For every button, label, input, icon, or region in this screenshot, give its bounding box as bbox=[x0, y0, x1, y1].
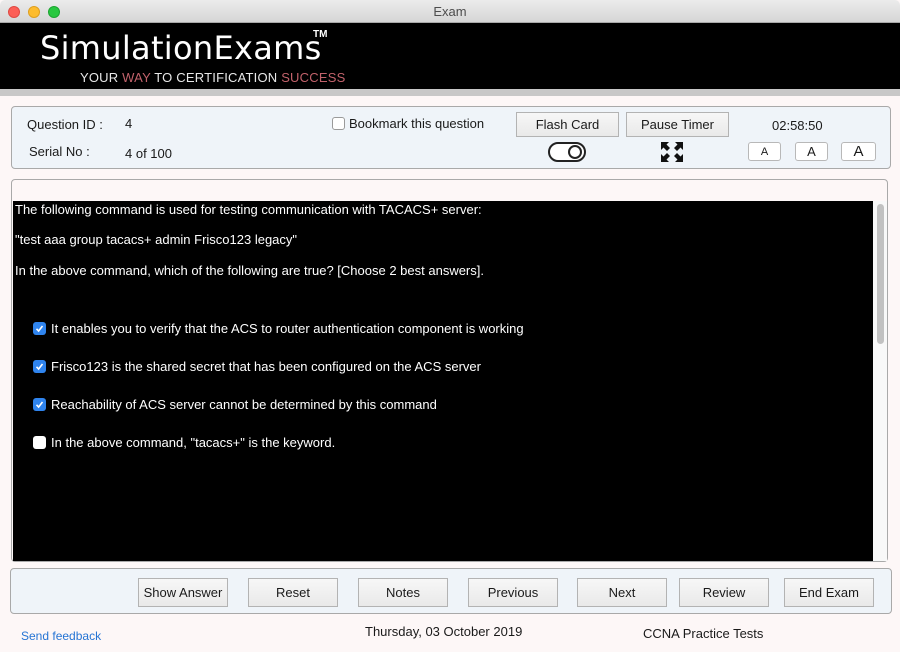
pause-timer-button[interactable]: Pause Timer bbox=[626, 112, 729, 137]
font-size-small-button[interactable]: A bbox=[748, 142, 781, 161]
option-text: It enables you to verify that the ACS to… bbox=[51, 321, 524, 336]
trademark-symbol: TM bbox=[313, 29, 328, 40]
navigation-panel: Show Answer Reset Notes Previous Next Re… bbox=[10, 568, 892, 614]
product-name: CCNA Practice Tests bbox=[643, 626, 764, 641]
toggle-knob bbox=[568, 145, 582, 159]
question-command: "test aaa group tacacs+ admin Frisco123 … bbox=[15, 232, 298, 247]
checkmark-icon bbox=[35, 401, 44, 409]
option-checkbox-checked[interactable] bbox=[33, 360, 46, 373]
question-prompt: In the above command, which of the follo… bbox=[15, 263, 484, 278]
current-date: Thursday, 03 October 2019 bbox=[365, 624, 523, 639]
option-text: Frisco123 is the shared secret that has … bbox=[51, 359, 481, 374]
question-line-1: The following command is used for testin… bbox=[15, 202, 482, 217]
show-answer-button[interactable]: Show Answer bbox=[138, 578, 228, 607]
expand-arrows-icon[interactable] bbox=[661, 142, 683, 162]
notes-button[interactable]: Notes bbox=[358, 578, 448, 607]
bookmark-checkbox-box[interactable] bbox=[332, 117, 345, 130]
font-size-large-button[interactable]: A bbox=[841, 142, 876, 161]
end-exam-button[interactable]: End Exam bbox=[784, 578, 874, 607]
window-titlebar: Exam bbox=[0, 0, 900, 23]
brand-banner: SimulationExams TM YOUR WAY TO CERTIFICA… bbox=[0, 23, 900, 89]
previous-button[interactable]: Previous bbox=[468, 578, 558, 607]
bookmark-checkbox[interactable]: Bookmark this question bbox=[332, 116, 484, 131]
window-title: Exam bbox=[433, 4, 467, 19]
flash-card-button[interactable]: Flash Card bbox=[516, 112, 619, 137]
next-button[interactable]: Next bbox=[577, 578, 667, 607]
reset-button[interactable]: Reset bbox=[248, 578, 338, 607]
brand-tagline: YOUR WAY TO CERTIFICATION SUCCESS bbox=[80, 70, 345, 85]
option-text: Reachability of ACS server cannot be det… bbox=[51, 397, 437, 412]
tagline-accent-way: WAY bbox=[122, 70, 151, 85]
question-id-label: Question ID : bbox=[27, 117, 103, 132]
flash-card-toggle[interactable] bbox=[548, 142, 586, 162]
checkmark-icon bbox=[35, 325, 44, 333]
exam-timer: 02:58:50 bbox=[772, 118, 823, 133]
brand-logo-text: SimulationExams bbox=[40, 29, 322, 67]
question-id-value: 4 bbox=[125, 116, 133, 131]
answer-option-2[interactable]: Frisco123 is the shared secret that has … bbox=[33, 359, 481, 374]
question-info-panel: Question ID : 4 Serial No : 4 of 100 Boo… bbox=[11, 106, 891, 169]
banner-divider bbox=[0, 89, 900, 96]
answer-option-3[interactable]: Reachability of ACS server cannot be det… bbox=[33, 397, 437, 412]
send-feedback-link[interactable]: Send feedback bbox=[21, 629, 101, 643]
review-button[interactable]: Review bbox=[679, 578, 769, 607]
checkmark-icon bbox=[35, 363, 44, 371]
option-checkbox-unchecked[interactable] bbox=[33, 436, 46, 449]
tagline-part2: TO CERTIFICATION bbox=[150, 70, 282, 85]
font-size-medium-button[interactable]: A bbox=[795, 142, 828, 161]
answer-option-4[interactable]: In the above command, "tacacs+" is the k… bbox=[33, 435, 335, 450]
bookmark-label: Bookmark this question bbox=[349, 116, 485, 131]
option-checkbox-checked[interactable] bbox=[33, 398, 46, 411]
option-checkbox-checked[interactable] bbox=[33, 322, 46, 335]
tagline-part1: YOUR bbox=[80, 70, 123, 85]
question-content: The following command is used for testin… bbox=[13, 201, 873, 561]
option-text: In the above command, "tacacs+" is the k… bbox=[51, 435, 336, 450]
answer-option-1[interactable]: It enables you to verify that the ACS to… bbox=[33, 321, 524, 336]
tagline-accent-success: SUCCESS bbox=[281, 70, 346, 85]
serial-no-value: 4 of 100 bbox=[125, 146, 172, 161]
serial-no-label: Serial No : bbox=[29, 144, 90, 159]
question-scrollbar-thumb[interactable] bbox=[877, 204, 884, 344]
